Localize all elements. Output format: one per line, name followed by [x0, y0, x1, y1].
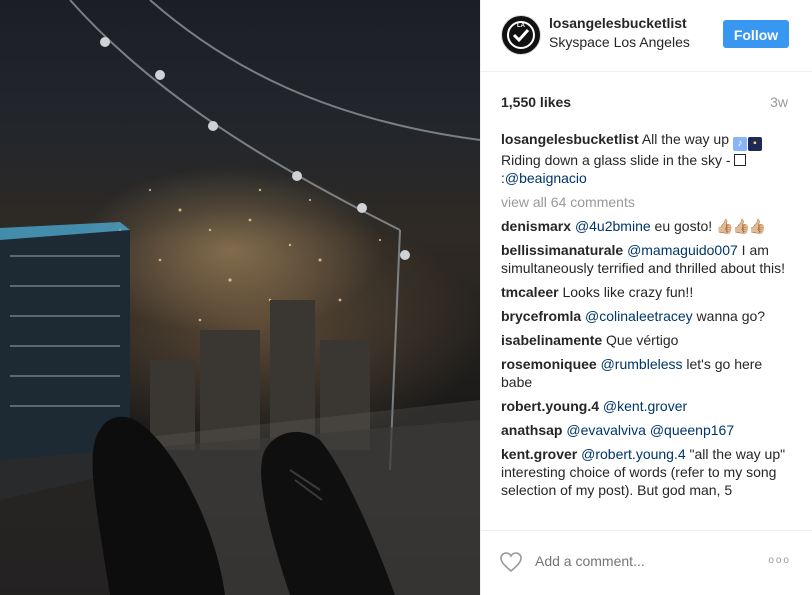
comment-item: kent.grover @robert.young.4 "all the way…	[501, 445, 793, 499]
check-icon	[512, 28, 530, 42]
heart-icon[interactable]	[499, 551, 523, 573]
likes-count[interactable]: 1,550 likes	[501, 94, 571, 110]
comment-username[interactable]: kent.grover	[501, 446, 577, 462]
camera-emoji-icon	[734, 154, 747, 166]
comment-item: robert.young.4 @kent.grover	[501, 397, 793, 415]
post-time[interactable]: 3w	[770, 94, 788, 110]
header-location[interactable]: Skyspace Los Angeles	[549, 34, 690, 50]
avatar[interactable]: LA	[501, 15, 541, 55]
comment-mention[interactable]: @robert.young.4	[581, 446, 686, 462]
comment-footer: ooo	[481, 530, 812, 595]
comment-username[interactable]: isabelinamente	[501, 332, 602, 348]
comment-mention[interactable]: @colinaleetracey	[585, 308, 693, 324]
comment-item: rosemoniquee @rumbleless let's go here b…	[501, 355, 793, 391]
comment-item: isabelinamente Que vértigo	[501, 331, 793, 349]
thumbs-up-emoji-icon: 👍🏼👍🏼👍🏼	[716, 218, 766, 234]
caption-text-2: Riding down a glass slide in the sky -	[501, 152, 735, 168]
header-username[interactable]: losangelesbucketlist	[549, 15, 687, 31]
music-note-emoji-icon: ♪	[732, 137, 747, 151]
glass-bolts	[100, 37, 410, 260]
comment-text: eu gosto!	[650, 218, 717, 234]
instagram-post: LA losangelesbucketlist Skyspace Los Ang…	[0, 0, 812, 595]
comment-item: tmcaleer Looks like crazy fun!!	[501, 283, 793, 301]
comment-item: anathsap @evavalviva @queenp167	[501, 421, 793, 439]
comment-mention[interactable]: @4u2bmine	[575, 218, 651, 234]
comment-username[interactable]: tmcaleer	[501, 284, 559, 300]
more-options-icon[interactable]: ooo	[768, 555, 791, 566]
post-photo[interactable]	[0, 0, 480, 595]
comment-item: brycefromla @colinaleetracey wanna go?	[501, 307, 793, 325]
comment-mention[interactable]: @rumbleless	[601, 356, 683, 372]
caption-mention[interactable]: @beaignacio	[505, 170, 587, 186]
comment-mention[interactable]: @kent.grover	[603, 398, 687, 414]
follow-button[interactable]: Follow	[723, 20, 789, 48]
photo-illustration	[0, 0, 480, 595]
caption-username[interactable]: losangelesbucketlist	[501, 131, 639, 147]
comment-username[interactable]: brycefromla	[501, 308, 581, 324]
comment-username[interactable]: bellissimanaturale	[501, 242, 623, 258]
comment-username[interactable]: denismarx	[501, 218, 571, 234]
comment-text: wanna go?	[692, 308, 766, 324]
comment-username[interactable]: robert.young.4	[501, 398, 599, 414]
comment-mention[interactable]: @mamaguido007	[627, 242, 738, 258]
comment-text: Looks like crazy fun!!	[558, 284, 694, 300]
caption: losangelesbucketlist All the way up ♪ ▪ R…	[501, 130, 793, 187]
post-side-panel: LA losangelesbucketlist Skyspace Los Ang…	[480, 0, 812, 595]
view-all-comments-link[interactable]: view all 64 comments	[501, 193, 793, 211]
comment-username[interactable]: anathsap	[501, 422, 562, 438]
comment-item: denismarx @4u2bmine eu gosto! 👍🏼👍🏼👍🏼	[501, 217, 793, 235]
post-header: LA losangelesbucketlist Skyspace Los Ang…	[481, 0, 812, 72]
add-comment-input[interactable]	[535, 553, 755, 569]
night-city-emoji-icon: ▪	[747, 137, 762, 151]
comments-list: losangelesbucketlist All the way up ♪ ▪ R…	[501, 130, 793, 505]
comment-item: bellissimanaturale @mamaguido007 I am si…	[501, 241, 793, 277]
caption-text-1: All the way up	[638, 131, 733, 147]
comment-username[interactable]: rosemoniquee	[501, 356, 597, 372]
comment-text: Que vértigo	[602, 332, 679, 348]
comment-mention[interactable]: @evavalviva @queenp167	[566, 422, 734, 438]
